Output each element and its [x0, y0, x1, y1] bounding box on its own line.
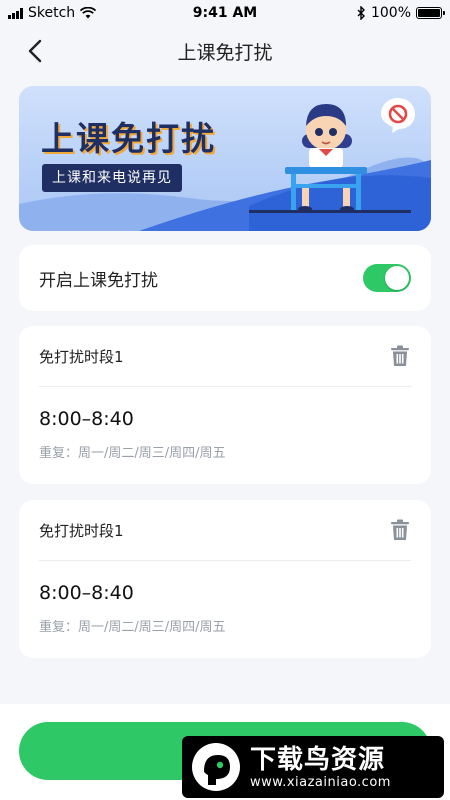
- status-bar-right: 100%: [357, 5, 445, 21]
- carrier-label: Sketch: [28, 5, 76, 21]
- watermark-text: 下载鸟资源 www.xiazainiao.com: [250, 745, 391, 790]
- back-button[interactable]: [20, 36, 50, 66]
- period-time: 8:00–8:40: [39, 582, 134, 604]
- period-name: 免打扰时段1: [39, 521, 124, 540]
- battery-icon: [416, 7, 445, 19]
- period-repeat: 重复：周一/周二/周三/周四/周五: [39, 620, 226, 635]
- page-title: 上课免打扰: [177, 41, 273, 64]
- banner-subtitle: 上课和来电说再见: [42, 164, 182, 192]
- delete-icon[interactable]: [389, 519, 411, 541]
- watermark-url: www.xiazainiao.com: [250, 774, 391, 790]
- banner-title: 上课免打扰: [41, 119, 216, 158]
- watermark-name: 下载鸟资源: [250, 744, 386, 775]
- toggle-knob: [385, 266, 409, 290]
- watermark: 下载鸟资源 www.xiazainiao.com: [182, 736, 444, 798]
- chevron-left-icon: [28, 39, 42, 63]
- period-card: 免打扰时段1 8:00–8:40 重复：周一/周二/周三/周四/周五: [19, 326, 431, 484]
- no-call-icon: [381, 98, 415, 133]
- period-time: 8:00–8:40: [39, 408, 134, 430]
- period-name: 免打扰时段1: [39, 347, 124, 366]
- period-header: 免打扰时段1: [39, 500, 411, 561]
- status-bar-left: Sketch: [8, 5, 97, 21]
- hero-banner: 上课免打扰 上课和来电说再见: [19, 86, 431, 231]
- delete-icon[interactable]: [389, 345, 411, 367]
- period-card: 免打扰时段1 8:00–8:40 重复：周一/周二/周三/周四/周五: [19, 500, 431, 658]
- battery-fill: [418, 9, 440, 17]
- watermark-logo-icon: [192, 743, 240, 791]
- wifi-icon: [80, 7, 97, 19]
- nav-bar: 上课免打扰: [0, 26, 450, 76]
- status-bar: Sketch 9:41 AM 100%: [0, 0, 450, 26]
- dnd-toggle-switch[interactable]: [363, 264, 411, 292]
- dnd-toggle-card: 开启上课免打扰: [19, 245, 431, 311]
- battery-percent: 100%: [370, 5, 411, 21]
- period-repeat: 重复：周一/周二/周三/周四/周五: [39, 446, 226, 461]
- bluetooth-icon: [357, 6, 365, 20]
- dnd-toggle-label: 开启上课免打扰: [39, 270, 158, 291]
- signal-icon: [8, 7, 23, 19]
- period-header: 免打扰时段1: [39, 326, 411, 387]
